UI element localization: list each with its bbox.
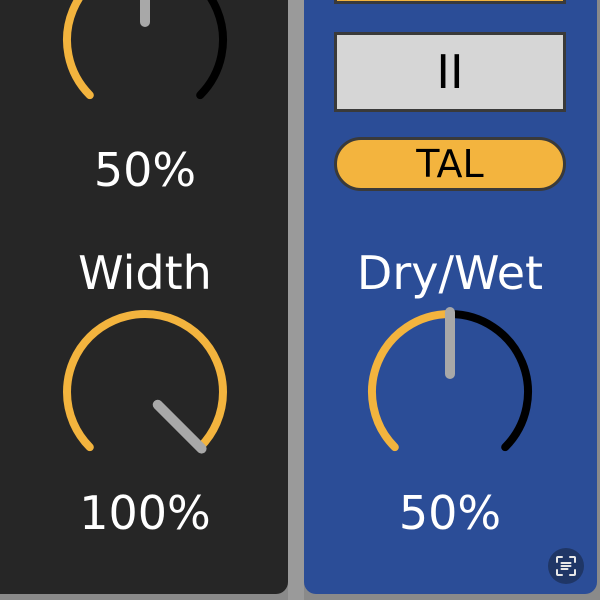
knob-pointer	[152, 399, 207, 454]
tal-button[interactable]: TAL	[334, 137, 566, 191]
drywet-value: 50%	[398, 486, 502, 540]
scan-text-button[interactable]	[548, 548, 584, 584]
drywet-knob[interactable]	[360, 302, 540, 482]
top-knob-value: 50%	[93, 143, 197, 197]
drywet-label: Dry/Wet	[356, 246, 544, 300]
scan-text-icon	[556, 556, 576, 576]
panel-divider	[288, 0, 304, 600]
top-knob[interactable]	[55, 0, 235, 130]
tal-button-label: TAL	[416, 142, 484, 186]
knob-value-arc	[63, 0, 94, 100]
pause-button[interactable]: II	[334, 32, 566, 112]
knob-track-arc	[446, 310, 532, 452]
width-knob[interactable]	[55, 302, 235, 482]
knob-track-arc	[196, 0, 227, 100]
top-button[interactable]	[334, 0, 566, 4]
knob-value-arc	[368, 310, 454, 452]
knob-value-arc	[63, 310, 227, 452]
width-value: 100%	[79, 486, 211, 540]
pause-button-label: II	[436, 45, 464, 99]
width-label: Width	[78, 246, 212, 300]
